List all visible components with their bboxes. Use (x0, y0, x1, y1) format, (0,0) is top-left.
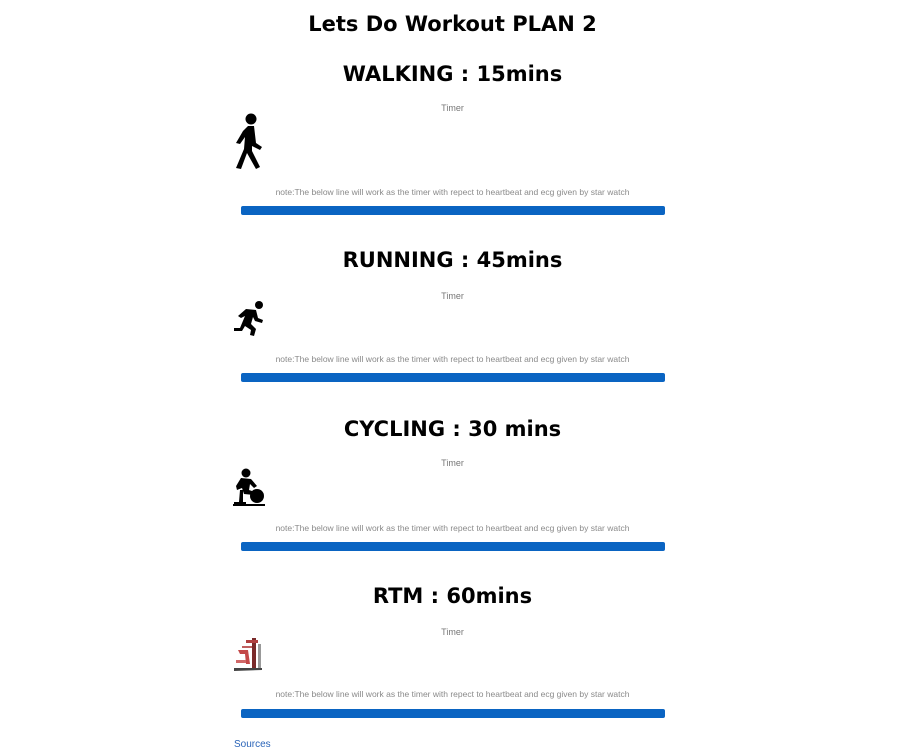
workout-title: WALKING : 15mins (342, 62, 563, 86)
timer-progress-line (241, 542, 665, 551)
timer-note: note:The below line will work as the tim… (275, 523, 630, 533)
running-icon (234, 301, 263, 336)
workout-title: RUNNING : 45mins (342, 248, 563, 272)
workout-section-cycling: CYCLING : 30 mins Timer note:The below l… (0, 415, 919, 555)
workout-section-running: RUNNING : 45mins Timer note:The below li… (0, 246, 919, 386)
sources-link[interactable]: Sources (234, 739, 271, 750)
workout-section-walking: WALKING : 15mins Timer note:The below li… (0, 60, 919, 220)
workout-section-rtm: RTM : 60mins Timer note:The below line w… (0, 582, 919, 727)
rtm-machine-icon (234, 638, 262, 671)
timer-note: note:The below line will work as the tim… (275, 354, 630, 364)
page-title: Lets Do Workout PLAN 2 (308, 12, 597, 36)
timer-note: note:The below line will work as the tim… (275, 187, 630, 197)
timer-progress-line (241, 206, 665, 215)
timer-note: note:The below line will work as the tim… (275, 689, 630, 699)
timer-progress-line (241, 373, 665, 382)
walking-icon (236, 113, 262, 169)
workout-title: RTM : 60mins (372, 584, 533, 608)
timer-label: Timer (441, 458, 464, 468)
timer-label: Timer (441, 627, 464, 637)
timer-label: Timer (441, 103, 464, 113)
timer-progress-line (241, 709, 665, 718)
timer-label: Timer (441, 291, 464, 301)
cycling-icon (233, 468, 265, 506)
workout-title: CYCLING : 30 mins (343, 417, 562, 441)
